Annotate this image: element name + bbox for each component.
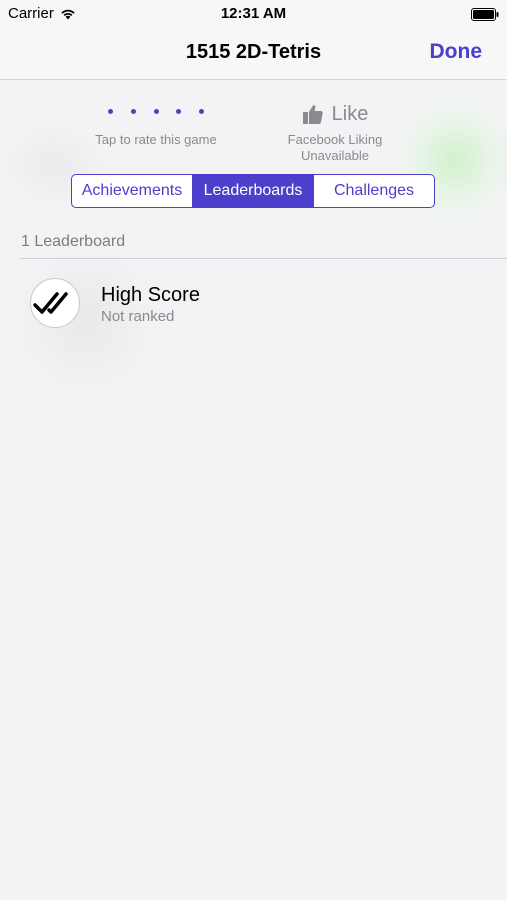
divider bbox=[20, 258, 507, 259]
rating-dot[interactable] bbox=[130, 108, 136, 114]
like-caption-line: Unavailable bbox=[301, 148, 369, 163]
leaderboard-avatar bbox=[30, 278, 80, 328]
tab-leaderboards[interactable]: Leaderboards bbox=[193, 175, 314, 207]
leaderboard-subtitle: Not ranked bbox=[101, 308, 175, 325]
segmented-control: Achievements Leaderboards Challenges bbox=[71, 174, 435, 208]
rating-dots[interactable] bbox=[86, 98, 226, 124]
like-caption-line: Facebook Liking bbox=[287, 132, 383, 147]
rating-caption: Tap to rate this game bbox=[95, 132, 217, 147]
tab-challenges[interactable]: Challenges bbox=[314, 175, 434, 207]
rating-control[interactable]: Tap to rate this game bbox=[86, 98, 226, 147]
battery-icon bbox=[471, 8, 499, 21]
done-button[interactable]: Done bbox=[430, 40, 483, 64]
rating-dot[interactable] bbox=[108, 108, 113, 114]
leaderboard-title: High Score bbox=[101, 284, 200, 306]
tab-achievements[interactable]: Achievements bbox=[72, 175, 193, 207]
like-caption: Facebook Liking Unavailable bbox=[276, 132, 394, 164]
status-bar: Carrier 12:31 AM bbox=[0, 0, 507, 28]
rating-dot[interactable] bbox=[199, 108, 204, 114]
rating-dot[interactable] bbox=[176, 108, 182, 114]
section-header: 1 Leaderboard bbox=[21, 233, 126, 250]
like-label: Like bbox=[331, 102, 369, 125]
navigation-bar: 1515 2D-Tetris Done bbox=[0, 28, 507, 80]
thumbs-up-icon bbox=[302, 105, 323, 124]
double-check-icon bbox=[33, 292, 68, 314]
leaderboard-row[interactable]: High Score Not ranked bbox=[30, 278, 500, 332]
rating-dot[interactable] bbox=[153, 108, 159, 114]
status-time: 12:31 AM bbox=[220, 5, 287, 22]
facebook-like: Like Facebook Liking Unavailable bbox=[276, 100, 394, 164]
